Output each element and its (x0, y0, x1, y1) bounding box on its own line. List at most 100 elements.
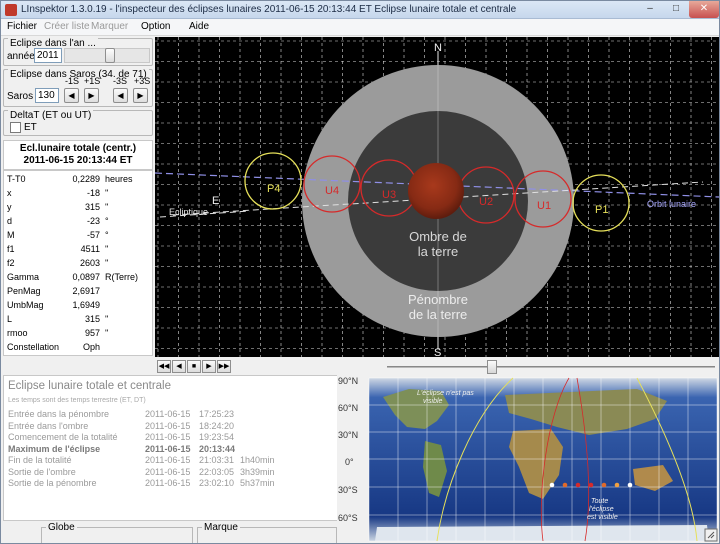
penumbra-label-2: de la terre (409, 307, 468, 322)
saros-input[interactable]: 130 (35, 88, 59, 103)
timing-date: 2011-06-15 (145, 466, 191, 477)
parameter-unit: '' (105, 244, 109, 254)
marque-group: Marque (197, 522, 337, 543)
lat-60s: 60°S (338, 513, 358, 523)
timing-time: 23:02:10 (199, 478, 235, 488)
east-label: E (212, 195, 219, 207)
parameter-unit: ° (105, 216, 109, 226)
time-slider-track[interactable] (387, 366, 715, 368)
moon-disc (408, 163, 464, 219)
info-subtitle: Les temps sont des temps terrestre (ET, … (8, 397, 146, 404)
parameter-name: L (7, 314, 13, 324)
deltat-group-legend: DeltaT (ET ou UT) (8, 110, 94, 121)
timing-duration: 5h37min (240, 478, 275, 488)
menu-fichier[interactable]: Fichier (7, 21, 37, 32)
globe-group: Globe (41, 522, 193, 543)
timing-row: Sortie de la pénombre 2011-06-15 23:02:10 5… (4, 478, 364, 489)
contact-dot (562, 482, 568, 488)
parameter-value: Oph (82, 342, 100, 352)
saros-step-minus1: -1S (65, 76, 80, 86)
contact-dot (575, 482, 581, 488)
app-icon (5, 4, 17, 16)
timing-row: Comencement de la totalité 2011-06-15 19:2… (4, 432, 364, 443)
umbra-label-2: la terre (418, 244, 458, 259)
timing-row: Fin de la totalité 2011-06-15 21:03:31 1h40… (4, 455, 364, 466)
contact-u3-label: U3 (382, 189, 396, 201)
parameter-unit: heures (105, 174, 133, 184)
globe-legend: Globe (46, 522, 77, 533)
time-slider-thumb[interactable] (487, 360, 497, 374)
year-slider-thumb[interactable] (105, 48, 115, 63)
south-label: S (434, 347, 441, 357)
lat-60n: 60°N (338, 403, 358, 413)
contact-u2-label: U2 (479, 196, 493, 208)
eclipse-sky-view[interactable]: P4 U4 U3 U2 U1 P1 N S E Ombre de la terr… (155, 37, 719, 357)
saros-next3-button[interactable]: ▶ (133, 88, 148, 103)
menu-aide[interactable]: Aide (189, 21, 209, 32)
parameter-value: 315 (84, 202, 100, 212)
lat-30n: 30°N (338, 430, 358, 440)
deltat-group: DeltaT (ET ou UT) ET (3, 110, 153, 136)
saros-next1-button[interactable]: ▶ (84, 88, 99, 103)
saros-group: Eclipse dans Saros (34. de 71) -1S +1S -… (3, 69, 153, 107)
parameter-name: f2 (7, 258, 15, 268)
minimize-button[interactable]: – (637, 1, 663, 18)
animation-bar: ◀◀ ◀ ■ ▶ ▶▶ (155, 359, 719, 375)
step-back-button[interactable]: ◀ (172, 360, 186, 373)
lat-30s: 30°S (338, 485, 358, 495)
stop-button[interactable]: ■ (187, 360, 201, 373)
world-visibility-map[interactable]: L'éclipse n'est pas visible Toute l'écli… (337, 375, 719, 543)
parameter-row: UmbMag 1,6949 (4, 300, 152, 313)
play-button[interactable]: ▶ (202, 360, 216, 373)
timing-date: 2011-06-15 (145, 409, 191, 419)
parameter-name: f1 (7, 244, 15, 254)
maximize-button[interactable]: □ (663, 1, 689, 18)
menu-creer-liste[interactable]: Créer liste (44, 21, 90, 32)
saros-prev1-button[interactable]: ◀ (64, 88, 79, 103)
fast-forward-button[interactable]: ▶▶ (217, 360, 231, 373)
timing-time: 19:23:54 (199, 432, 235, 442)
contact-dot (614, 482, 620, 488)
parameter-name: PenMag (7, 286, 41, 296)
parameter-row: L 315 '' (4, 314, 152, 327)
parameter-table: T-T0 0,2289 heures x -18 '' y 315 '' d -23 ° M -57 ° f1… (3, 170, 153, 356)
parameter-row: x -18 '' (4, 188, 152, 201)
timing-time: 18:24:20 (199, 420, 235, 431)
timing-row: Sortie de l'ombre 2011-06-15 22:03:05 3h39m… (4, 467, 364, 478)
umbra-label-1: Ombre de (409, 229, 467, 244)
contact-u4-label: U4 (325, 185, 339, 197)
saros-prev3-button[interactable]: ◀ (113, 88, 128, 103)
orbit-label: Orbit lunaire (647, 199, 696, 209)
timing-row: Maximum de l'éclipse 2011-06-15 20:13:44 (4, 444, 364, 455)
parameter-value: 315 (84, 314, 100, 324)
parameter-name: T-T0 (7, 174, 26, 184)
menu-marquer[interactable]: Marquer (91, 21, 128, 32)
eclipse-info-panel: Eclipse lunaire totale et centrale Les t… (3, 375, 367, 521)
parameter-unit: '' (105, 258, 109, 268)
menu-option[interactable]: Option (141, 21, 170, 32)
parameter-value: 2603 (79, 258, 100, 268)
contact-dot (588, 482, 594, 488)
year-slider[interactable] (64, 48, 150, 63)
parameter-name: M (7, 230, 15, 240)
close-button[interactable]: ✕ (689, 1, 719, 18)
timing-time: 17:25:23 (199, 409, 235, 419)
timing-event: Fin de la totalité (8, 455, 72, 465)
parameter-row: y 315 '' (4, 202, 152, 215)
rewind-button[interactable]: ◀◀ (157, 360, 171, 373)
penumbra-label-1: Pénombre (408, 292, 468, 307)
map-total-line3: est visible (587, 514, 618, 521)
year-input[interactable]: 2011 (34, 48, 62, 63)
ecliptic-label: Ecliptique (169, 207, 208, 217)
et-checkbox-label: ET (24, 122, 37, 133)
info-title: Eclipse lunaire totale et centrale (8, 380, 172, 392)
parameter-name: x (7, 188, 12, 198)
parameter-value: 4511 (80, 244, 100, 254)
timing-event: Entrée dans l'ombre (8, 420, 89, 431)
parameter-value: -18 (86, 188, 100, 198)
parameter-unit: R(Terre) (105, 272, 138, 282)
eclipse-datetime: 2011-06-15 20:13:44 ET (23, 155, 133, 166)
timing-date: 2011-06-15 (145, 478, 191, 488)
parameter-unit: '' (105, 328, 109, 338)
et-checkbox[interactable] (10, 122, 21, 133)
